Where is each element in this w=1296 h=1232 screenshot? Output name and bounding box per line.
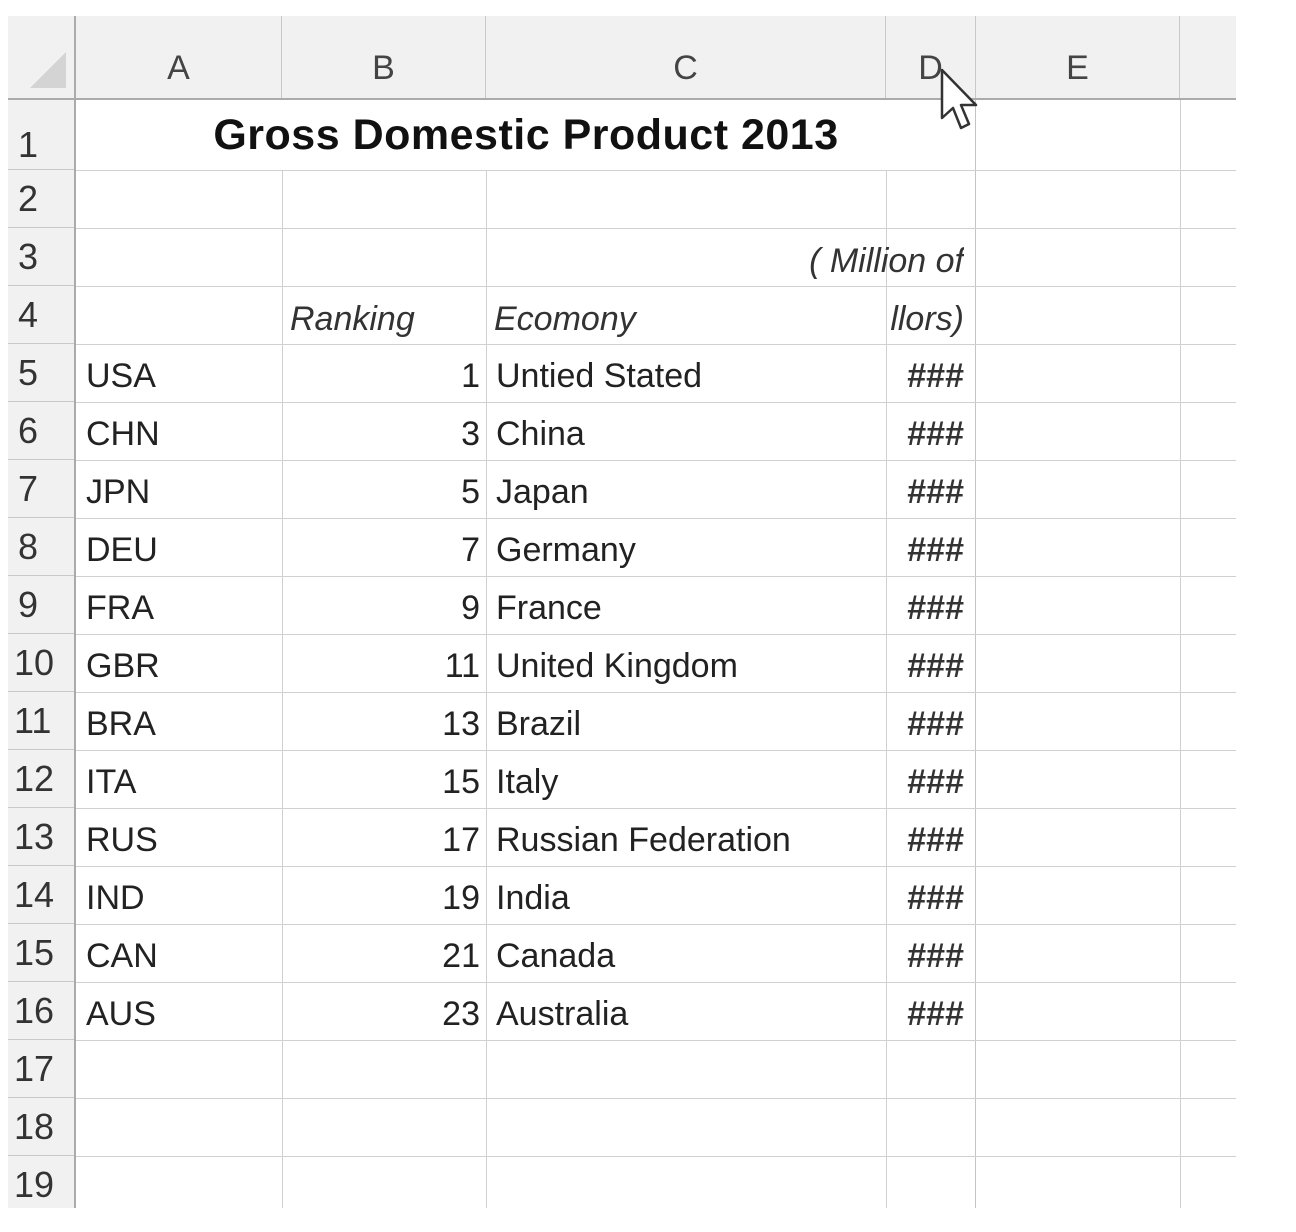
column-header-f[interactable] xyxy=(1180,16,1236,98)
gdp-value-cell[interactable]: ### xyxy=(888,576,964,634)
spreadsheet-grid: A B C D E 1 2 3 4 5 6 7 8 9 10 11 12 13 … xyxy=(8,16,1236,1208)
economy-name-cell[interactable]: India xyxy=(496,866,882,924)
row-header-5[interactable]: 5 xyxy=(8,344,74,402)
row-header-8[interactable]: 8 xyxy=(8,518,74,576)
ranking-cell[interactable]: 1 xyxy=(284,344,480,402)
gdp-value-cell[interactable]: ### xyxy=(888,402,964,460)
country-code-cell[interactable]: BRA xyxy=(86,692,276,750)
economy-name-cell[interactable]: Untied Stated xyxy=(496,344,882,402)
column-header-c[interactable]: C xyxy=(486,16,886,98)
mouse-pointer-icon xyxy=(940,68,978,130)
row-header-6[interactable]: 6 xyxy=(8,402,74,460)
economy-name-cell[interactable]: Japan xyxy=(496,460,882,518)
column-header-a[interactable]: A xyxy=(76,16,282,98)
row-header-13[interactable]: 13 xyxy=(8,808,74,866)
country-code-cell[interactable]: GBR xyxy=(86,634,276,692)
gdp-value-cell[interactable]: ### xyxy=(888,750,964,808)
country-code-cell[interactable]: RUS xyxy=(86,808,276,866)
country-code-cell[interactable]: DEU xyxy=(86,518,276,576)
gdp-value-cell[interactable]: ### xyxy=(888,866,964,924)
country-code-cell[interactable]: CHN xyxy=(86,402,276,460)
gridline xyxy=(76,170,1236,171)
ranking-cell[interactable]: 19 xyxy=(284,866,480,924)
ranking-cell[interactable]: 13 xyxy=(284,692,480,750)
ranking-header-cell[interactable]: Ranking xyxy=(290,286,480,344)
row-header-10[interactable]: 10 xyxy=(8,634,74,692)
gdp-value-cell[interactable]: ### xyxy=(888,460,964,518)
ranking-cell[interactable]: 5 xyxy=(284,460,480,518)
economy-header-cell[interactable]: Ecomony xyxy=(494,286,874,344)
row-header-12[interactable]: 12 xyxy=(8,750,74,808)
row-header-11[interactable]: 11 xyxy=(8,692,74,750)
ranking-cell[interactable]: 11 xyxy=(284,634,480,692)
column-header-e[interactable]: E xyxy=(976,16,1180,98)
gdp-value-cell[interactable]: ### xyxy=(888,692,964,750)
units-label-line1[interactable]: ( Million of xyxy=(688,228,964,286)
row-header-1[interactable]: 1 xyxy=(8,100,74,170)
country-code-cell[interactable]: ITA xyxy=(86,750,276,808)
row-header-3[interactable]: 3 xyxy=(8,228,74,286)
ranking-cell[interactable]: 17 xyxy=(284,808,480,866)
units-label-line2[interactable]: llors) xyxy=(888,286,964,344)
country-code-cell[interactable]: IND xyxy=(86,866,276,924)
ranking-cell[interactable]: 15 xyxy=(284,750,480,808)
gdp-value-cell[interactable]: ### xyxy=(888,982,964,1040)
ranking-cell[interactable]: 3 xyxy=(284,402,480,460)
economy-name-cell[interactable]: Italy xyxy=(496,750,882,808)
economy-name-cell[interactable]: United Kingdom xyxy=(496,634,882,692)
economy-name-cell[interactable]: Germany xyxy=(496,518,882,576)
country-code-cell[interactable]: USA xyxy=(86,344,276,402)
country-code-cell[interactable]: JPN xyxy=(86,460,276,518)
gridline xyxy=(282,170,283,1208)
row-header-2[interactable]: 2 xyxy=(8,170,74,228)
gridline xyxy=(76,1098,1236,1099)
gridline xyxy=(1180,100,1181,1208)
gridline xyxy=(486,170,487,1208)
economy-name-cell[interactable]: Brazil xyxy=(496,692,882,750)
country-code-cell[interactable]: CAN xyxy=(86,924,276,982)
country-code-cell[interactable]: FRA xyxy=(86,576,276,634)
row-header-9[interactable]: 9 xyxy=(8,576,74,634)
ranking-cell[interactable]: 7 xyxy=(284,518,480,576)
gdp-value-cell[interactable]: ### xyxy=(888,344,964,402)
row-header-17[interactable]: 17 xyxy=(8,1040,74,1098)
row-header-7[interactable]: 7 xyxy=(8,460,74,518)
economy-name-cell[interactable]: France xyxy=(496,576,882,634)
select-all-button[interactable] xyxy=(8,16,76,100)
gdp-value-cell[interactable]: ### xyxy=(888,634,964,692)
gridline xyxy=(975,100,976,1208)
ranking-cell[interactable]: 21 xyxy=(284,924,480,982)
row-header-4[interactable]: 4 xyxy=(8,286,74,344)
gridline xyxy=(886,170,887,1208)
ranking-cell[interactable]: 23 xyxy=(284,982,480,1040)
row-header-18[interactable]: 18 xyxy=(8,1098,74,1156)
economy-name-cell[interactable]: Russian Federation xyxy=(496,808,882,866)
row-header-16[interactable]: 16 xyxy=(8,982,74,1040)
economy-name-cell[interactable]: China xyxy=(496,402,882,460)
row-header-19[interactable]: 19 xyxy=(8,1156,74,1208)
country-code-cell[interactable]: AUS xyxy=(86,982,276,1040)
gdp-value-cell[interactable]: ### xyxy=(888,808,964,866)
gdp-value-cell[interactable]: ### xyxy=(888,518,964,576)
economy-name-cell[interactable]: Canada xyxy=(496,924,882,982)
gridline xyxy=(76,1156,1236,1157)
gridline xyxy=(76,1040,1236,1041)
gridline xyxy=(76,228,1236,229)
row-header-15[interactable]: 15 xyxy=(8,924,74,982)
sheet-title-cell[interactable]: Gross Domestic Product 2013 xyxy=(78,100,974,170)
economy-name-cell[interactable]: Australia xyxy=(496,982,882,1040)
ranking-cell[interactable]: 9 xyxy=(284,576,480,634)
column-header-b[interactable]: B xyxy=(282,16,486,98)
gdp-value-cell[interactable]: ### xyxy=(888,924,964,982)
row-header-14[interactable]: 14 xyxy=(8,866,74,924)
select-all-triangle-icon xyxy=(30,52,66,88)
